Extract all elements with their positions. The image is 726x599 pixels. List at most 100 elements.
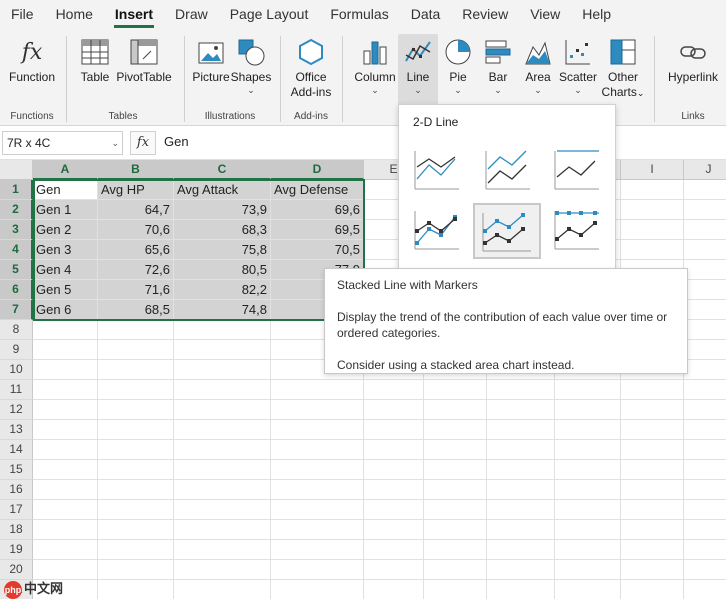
row-header-13[interactable]: 13 bbox=[0, 420, 33, 440]
cell-g21[interactable] bbox=[487, 580, 555, 599]
tab-page-layout[interactable]: Page Layout bbox=[219, 0, 320, 30]
cell-j13[interactable] bbox=[684, 420, 726, 440]
cell-c13[interactable] bbox=[174, 420, 271, 440]
select-all-corner[interactable] bbox=[0, 160, 33, 180]
cell-b2[interactable]: 64,7 bbox=[98, 200, 174, 220]
cell-c12[interactable] bbox=[174, 400, 271, 420]
tab-help[interactable]: Help bbox=[571, 0, 622, 30]
cell-j3[interactable] bbox=[684, 220, 726, 240]
cell-h17[interactable] bbox=[555, 500, 621, 520]
cell-i2[interactable] bbox=[621, 200, 684, 220]
tab-file[interactable]: File bbox=[0, 0, 45, 30]
tab-data[interactable]: Data bbox=[400, 0, 452, 30]
cell-d12[interactable] bbox=[271, 400, 364, 420]
cell-b19[interactable] bbox=[98, 540, 174, 560]
cell-e14[interactable] bbox=[364, 440, 424, 460]
cell-i14[interactable] bbox=[621, 440, 684, 460]
row-header-7[interactable]: 7 bbox=[0, 300, 33, 320]
cell-a4[interactable]: Gen 3 bbox=[33, 240, 98, 260]
cell-c14[interactable] bbox=[174, 440, 271, 460]
cell-a7[interactable]: Gen 6 bbox=[33, 300, 98, 320]
pivottable-button[interactable]: PivotTable bbox=[114, 34, 174, 85]
column-header-j[interactable]: J bbox=[684, 160, 726, 180]
cell-h11[interactable] bbox=[555, 380, 621, 400]
insert-function-icon[interactable]: fx bbox=[130, 131, 156, 155]
cell-b5[interactable]: 72,6 bbox=[98, 260, 174, 280]
cell-j19[interactable] bbox=[684, 540, 726, 560]
cell-b4[interactable]: 65,6 bbox=[98, 240, 174, 260]
cell-g20[interactable] bbox=[487, 560, 555, 580]
cell-e17[interactable] bbox=[364, 500, 424, 520]
picture-button[interactable]: Picture bbox=[190, 34, 232, 85]
cell-e19[interactable] bbox=[364, 540, 424, 560]
cell-c2[interactable]: 73,9 bbox=[174, 200, 271, 220]
cell-e12[interactable] bbox=[364, 400, 424, 420]
cell-g17[interactable] bbox=[487, 500, 555, 520]
cell-a16[interactable] bbox=[33, 480, 98, 500]
cell-h14[interactable] bbox=[555, 440, 621, 460]
column-header-d[interactable]: D bbox=[271, 160, 364, 180]
cell-a3[interactable]: Gen 2 bbox=[33, 220, 98, 240]
cell-g19[interactable] bbox=[487, 540, 555, 560]
cell-c7[interactable]: 74,8 bbox=[174, 300, 271, 320]
cell-b17[interactable] bbox=[98, 500, 174, 520]
cell-d20[interactable] bbox=[271, 560, 364, 580]
cell-b20[interactable] bbox=[98, 560, 174, 580]
cell-i4[interactable] bbox=[621, 240, 684, 260]
cell-a11[interactable] bbox=[33, 380, 98, 400]
cell-i1[interactable] bbox=[621, 180, 684, 200]
cell-a6[interactable]: Gen 5 bbox=[33, 280, 98, 300]
cell-b15[interactable] bbox=[98, 460, 174, 480]
other-charts-button[interactable]: Other Charts⌄ bbox=[600, 34, 646, 101]
cell-g15[interactable] bbox=[487, 460, 555, 480]
row-header-20[interactable]: 20 bbox=[0, 560, 33, 580]
cell-d18[interactable] bbox=[271, 520, 364, 540]
cell-a19[interactable] bbox=[33, 540, 98, 560]
cell-i20[interactable] bbox=[621, 560, 684, 580]
row-header-5[interactable]: 5 bbox=[0, 260, 33, 280]
cell-d1[interactable]: Avg Defense bbox=[271, 180, 364, 200]
row-header-4[interactable]: 4 bbox=[0, 240, 33, 260]
cell-b16[interactable] bbox=[98, 480, 174, 500]
cell-e18[interactable] bbox=[364, 520, 424, 540]
cell-i13[interactable] bbox=[621, 420, 684, 440]
cell-b18[interactable] bbox=[98, 520, 174, 540]
cell-f15[interactable] bbox=[424, 460, 487, 480]
cell-f17[interactable] bbox=[424, 500, 487, 520]
row-header-18[interactable]: 18 bbox=[0, 520, 33, 540]
cell-j18[interactable] bbox=[684, 520, 726, 540]
chart-option-line-with-markers[interactable] bbox=[411, 205, 463, 253]
cell-d3[interactable]: 69,5 bbox=[271, 220, 364, 240]
worksheet-grid[interactable]: ABCDEFGHIJ1GenAvg HPAvg AttackAvg Defens… bbox=[0, 160, 726, 599]
cell-f14[interactable] bbox=[424, 440, 487, 460]
cell-g12[interactable] bbox=[487, 400, 555, 420]
cell-d13[interactable] bbox=[271, 420, 364, 440]
chart-option-100-stacked-line[interactable] bbox=[551, 145, 603, 193]
cell-f16[interactable] bbox=[424, 480, 487, 500]
office-addins-button[interactable]: Office Add-ins bbox=[288, 34, 334, 100]
cell-d2[interactable]: 69,6 bbox=[271, 200, 364, 220]
cell-c5[interactable]: 80,5 bbox=[174, 260, 271, 280]
row-header-17[interactable]: 17 bbox=[0, 500, 33, 520]
cell-b10[interactable] bbox=[98, 360, 174, 380]
cell-j4[interactable] bbox=[684, 240, 726, 260]
cell-h12[interactable] bbox=[555, 400, 621, 420]
row-header-12[interactable]: 12 bbox=[0, 400, 33, 420]
row-header-10[interactable]: 10 bbox=[0, 360, 33, 380]
cell-b21[interactable] bbox=[98, 580, 174, 599]
cell-c11[interactable] bbox=[174, 380, 271, 400]
cell-j9[interactable] bbox=[684, 340, 726, 360]
cell-a13[interactable] bbox=[33, 420, 98, 440]
cell-f12[interactable] bbox=[424, 400, 487, 420]
column-header-i[interactable]: I bbox=[621, 160, 684, 180]
cell-g16[interactable] bbox=[487, 480, 555, 500]
cell-i18[interactable] bbox=[621, 520, 684, 540]
cell-b14[interactable] bbox=[98, 440, 174, 460]
cell-g13[interactable] bbox=[487, 420, 555, 440]
cell-d19[interactable] bbox=[271, 540, 364, 560]
cell-c18[interactable] bbox=[174, 520, 271, 540]
cell-f19[interactable] bbox=[424, 540, 487, 560]
cell-i21[interactable] bbox=[621, 580, 684, 599]
cell-e16[interactable] bbox=[364, 480, 424, 500]
row-header-11[interactable]: 11 bbox=[0, 380, 33, 400]
